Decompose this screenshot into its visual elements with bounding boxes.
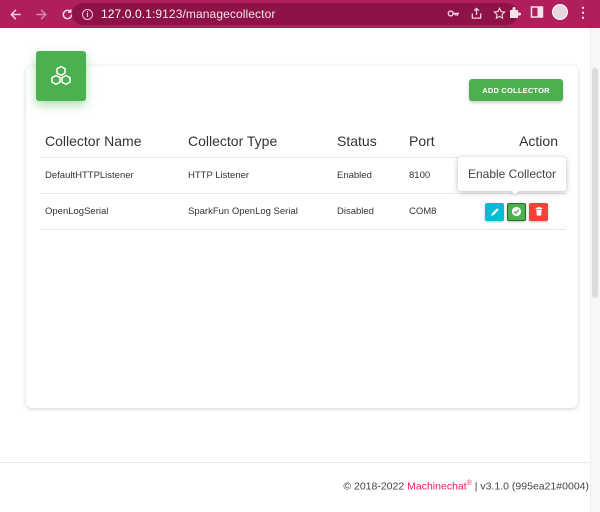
cell-status: Enabled [337,170,372,181]
address-bar[interactable]: i 127.0.0.1:9123/managecollector [72,3,518,25]
cell-status: Disabled [337,206,374,217]
extensions-icon[interactable] [508,5,522,19]
card-header-icon [36,51,86,101]
cell-port: COM8 [409,206,437,217]
row-actions [479,202,558,221]
table-row: OpenLogSerial SparkFun OpenLog Serial Di… [40,194,566,230]
share-icon[interactable] [470,7,483,20]
cell-collector-type: HTTP Listener [188,170,250,181]
pencil-icon [490,207,499,216]
key-icon[interactable] [447,7,460,20]
scrollbar-thumb[interactable] [592,68,598,298]
back-button[interactable] [4,3,26,25]
header-port: Port [409,132,435,149]
cell-collector-type: SparkFun OpenLog Serial [188,206,298,217]
footer-version: | v3.1.0 (995ea21#0004) [474,480,589,493]
enable-collector-button[interactable] [507,202,526,221]
footer-brand-link[interactable]: Machinechat [407,481,467,493]
more-menu-icon[interactable]: ⋮ [576,5,590,19]
trash-icon [535,206,542,216]
footer-divider [0,462,590,463]
tooltip-arrow [510,190,520,195]
header-collector-name: Collector Name [45,132,142,149]
footer: © 2018-2022 Machinechat® | v3.1.0 (995ea… [0,480,589,493]
header-status: Status [337,132,377,149]
table-header: Collector Name Collector Type Status Por… [40,124,566,158]
cubes-icon [51,65,71,86]
footer-registered-mark: ® [466,480,472,487]
browser-toolbar: i 127.0.0.1:9123/managecollector ⋮ [0,0,600,28]
enable-collector-tooltip: Enable Collector [458,157,566,191]
footer-copyright: © 2018-2022 [343,480,405,493]
cell-collector-name: DefaultHTTPListener [45,170,134,181]
header-action: Action [519,132,558,149]
arrow-left-icon [9,9,21,19]
check-circle-icon [511,206,522,217]
cell-collector-name: OpenLogSerial [45,206,109,217]
cell-action [479,202,566,221]
info-icon[interactable]: i [82,8,93,20]
url-path: :9123/managecollector [151,7,276,21]
forward-button[interactable] [30,3,52,25]
collector-card [26,66,578,408]
address-url: 127.0.0.1:9123/managecollector [101,7,275,21]
star-icon[interactable] [493,7,506,20]
delete-collector-button[interactable] [529,202,548,221]
scrollbar[interactable] [590,28,600,512]
side-panel-icon[interactable] [530,5,544,19]
header-collector-type: Collector Type [188,132,278,149]
add-collector-button[interactable]: ADD COLLECTOR [469,79,563,101]
url-host: 127.0.0.1 [101,7,152,21]
profile-avatar[interactable] [552,4,568,20]
edit-collector-button[interactable] [485,202,504,221]
arrow-right-icon [35,9,47,19]
